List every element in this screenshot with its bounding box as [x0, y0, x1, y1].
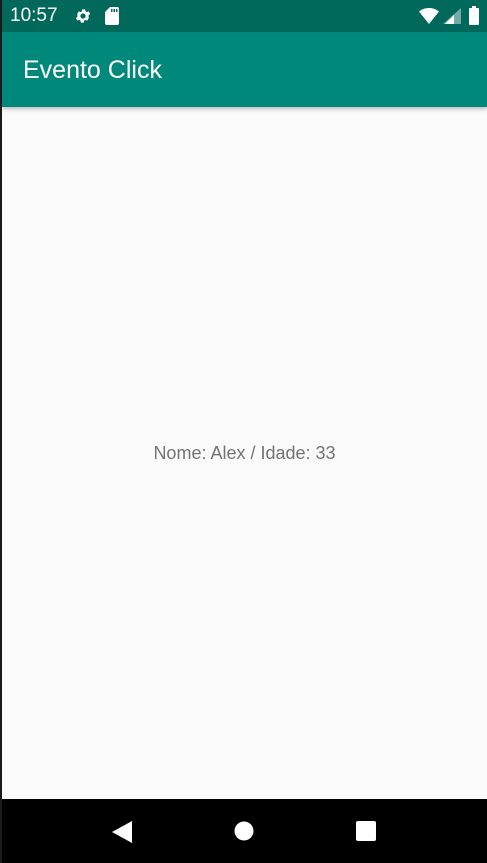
- battery-icon: [469, 6, 479, 29]
- recents-icon[interactable]: [356, 821, 376, 845]
- content-area: Nome: Alex / Idade: 33: [2, 107, 487, 799]
- navigation-bar: [2, 799, 487, 863]
- back-icon[interactable]: [112, 821, 132, 847]
- app-bar: Evento Click: [2, 32, 487, 107]
- status-bar: 10:57: [2, 0, 487, 32]
- person-info-text: Nome: Alex / Idade: 33: [153, 443, 336, 463]
- sdcard-icon: [105, 7, 119, 29]
- home-icon[interactable]: [234, 821, 254, 845]
- signal-icon: [443, 8, 461, 28]
- phone-screen: 10:57 Evento Click Nome: Alex / Idade: 3…: [2, 0, 487, 863]
- app-title: Evento Click: [23, 56, 162, 84]
- status-time: 10:57: [10, 5, 58, 26]
- wifi-icon: [419, 8, 439, 28]
- gear-icon: [74, 7, 92, 29]
